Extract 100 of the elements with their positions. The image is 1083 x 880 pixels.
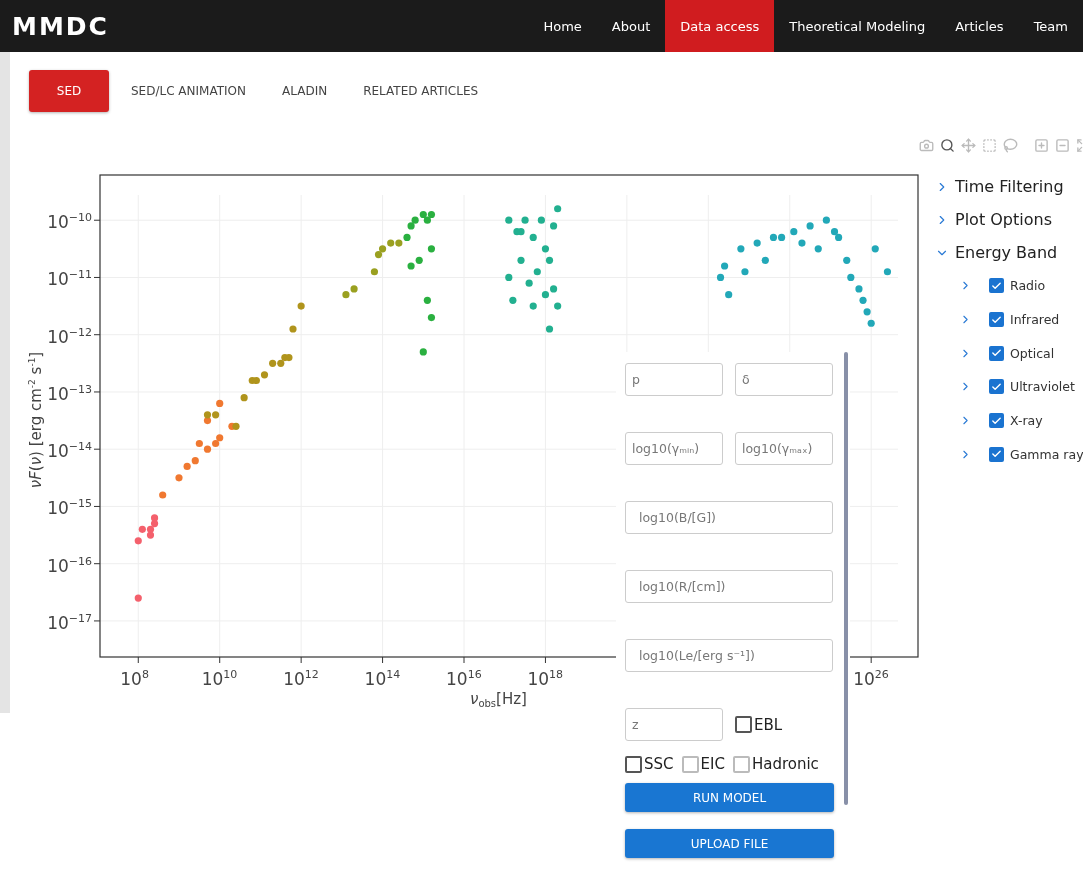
checkbox[interactable] xyxy=(989,379,1004,395)
data-point xyxy=(883,268,892,276)
search-icon[interactable] xyxy=(940,138,955,154)
checkbox-option[interactable]: EBL xyxy=(735,715,783,734)
data-point xyxy=(509,296,517,304)
camera-icon[interactable] xyxy=(919,138,934,154)
data-point xyxy=(134,594,142,602)
data-point xyxy=(419,348,427,356)
data-point xyxy=(240,394,248,402)
data-point xyxy=(521,216,529,224)
data-point xyxy=(505,273,513,282)
axis-tick-label: 10$^{8}$ xyxy=(120,669,149,688)
nav-link[interactable]: About xyxy=(596,0,666,52)
data-point xyxy=(505,216,513,224)
data-point xyxy=(814,245,822,253)
checkbox[interactable] xyxy=(989,345,1004,361)
action-button[interactable]: UPLOAD FILE xyxy=(625,829,834,858)
data-point xyxy=(761,256,769,264)
move-icon[interactable] xyxy=(961,138,976,154)
tree-item-label: Optical xyxy=(1010,345,1055,361)
axis-tick-label: 10$^{16}$ xyxy=(446,669,482,688)
data-point xyxy=(545,325,554,333)
axis-tick-label: 10$^{14}$ xyxy=(364,669,401,688)
tab[interactable]: ALADIN xyxy=(268,70,342,112)
data-point xyxy=(871,245,879,253)
data-point xyxy=(533,268,541,276)
data-point xyxy=(822,216,830,224)
tree-item-label: Infrared xyxy=(1010,312,1060,328)
checkbox[interactable] xyxy=(989,312,1004,328)
tree-item[interactable]: Plot Options xyxy=(955,210,1052,229)
input-field[interactable]: log10(γₘₐₓ) xyxy=(735,432,833,465)
nav-link[interactable]: Articles xyxy=(940,0,1019,52)
axis-tick-label: 10$^{−12}$ xyxy=(47,326,92,346)
input-field[interactable]: p xyxy=(625,363,723,396)
data-point xyxy=(427,245,436,253)
nav-link[interactable]: Theoretical Modeling xyxy=(774,0,941,52)
data-point xyxy=(175,474,183,482)
axis-tick-label: 10$^{18}$ xyxy=(527,669,564,688)
tree-item[interactable]: Energy Band xyxy=(955,243,1058,262)
input-field[interactable]: δ xyxy=(735,363,833,396)
data-point xyxy=(537,216,545,224)
input-field[interactable]: log10(Le/[erg s⁻¹]) xyxy=(625,639,833,672)
input-field[interactable]: log10(γₘᵢₙ) xyxy=(625,432,723,465)
data-point xyxy=(737,245,745,253)
axis-tick-label: 10$^{−15}$ xyxy=(47,498,92,518)
data-point xyxy=(790,228,798,236)
data-point xyxy=(859,296,867,304)
action-button[interactable]: RUN MODEL xyxy=(625,783,834,812)
scroll-bar[interactable] xyxy=(844,352,848,805)
nav-link[interactable]: Home xyxy=(528,0,597,52)
data-point xyxy=(134,537,142,545)
tab[interactable]: SED xyxy=(29,70,109,112)
input-field[interactable]: z xyxy=(625,708,723,741)
data-point xyxy=(297,302,305,310)
tab[interactable]: RELATED ARTICLES xyxy=(349,70,493,112)
lasso-icon[interactable] xyxy=(1003,138,1018,154)
tree-item-label: Radio xyxy=(1010,278,1046,294)
input-field[interactable]: log10(R/[cm]) xyxy=(625,570,833,603)
tree-item[interactable]: Time Filtering xyxy=(955,177,1064,196)
checkbox[interactable] xyxy=(989,446,1004,462)
nav-link[interactable]: Data access xyxy=(665,0,775,52)
data-point xyxy=(529,233,537,241)
checkbox[interactable] xyxy=(989,278,1004,294)
data-point xyxy=(867,319,875,327)
data-point xyxy=(216,399,224,407)
site-logo[interactable]: MMDC xyxy=(0,11,109,41)
axis-tick-label: 10$^{26}$ xyxy=(853,669,889,688)
data-point xyxy=(806,222,814,230)
checkbox[interactable] xyxy=(989,413,1004,429)
data-point xyxy=(423,296,431,304)
data-point xyxy=(855,285,863,293)
data-point xyxy=(716,273,725,282)
data-point xyxy=(159,491,167,499)
data-point xyxy=(525,279,533,287)
data-point xyxy=(753,239,761,247)
data-point xyxy=(741,268,749,276)
tree-item-label: Gamma ray xyxy=(1010,446,1083,462)
axis-tick-label: 10$^{−16}$ xyxy=(47,555,92,575)
data-point xyxy=(798,239,806,247)
data-point xyxy=(517,256,525,264)
plus-icon[interactable] xyxy=(1034,138,1049,154)
data-point xyxy=(554,205,562,213)
data-point xyxy=(374,250,383,259)
axis-tick-label: 10$^{−14}$ xyxy=(47,441,92,461)
data-point xyxy=(427,210,436,219)
data-point xyxy=(721,262,729,270)
data-point xyxy=(370,268,379,276)
data-point xyxy=(847,273,855,282)
tab[interactable]: SED/LC ANIMATION xyxy=(117,70,260,112)
data-point xyxy=(545,256,554,264)
data-point xyxy=(529,302,537,310)
tree-item-label: X-ray xyxy=(1010,413,1043,429)
checkbox-option[interactable]: SSC xyxy=(625,755,674,773)
data-point xyxy=(550,222,558,230)
axis-tick-label: 10$^{−10}$ xyxy=(47,212,92,232)
nav-link[interactable]: Team xyxy=(1018,0,1083,52)
data-point xyxy=(541,245,550,253)
input-field[interactable]: log10(B/[G]) xyxy=(625,501,833,534)
data-point xyxy=(554,302,562,310)
x-axis-title: ν$_{obs}$[Hz] xyxy=(470,692,527,709)
